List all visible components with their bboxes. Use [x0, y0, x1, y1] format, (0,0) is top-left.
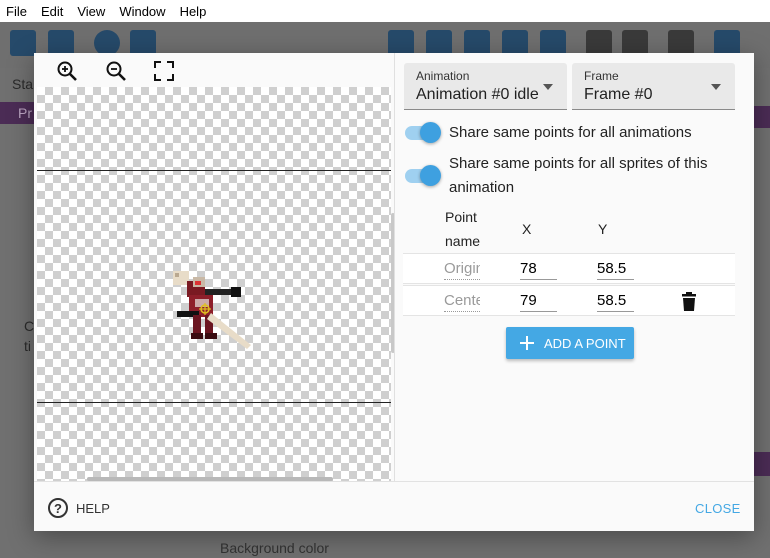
delete-point-icon[interactable] [680, 292, 698, 312]
menu-file[interactable]: File [0, 4, 35, 19]
share-sprites-toggle-label: Share same points for all sprites of thi… [449, 155, 708, 196]
point-row-center: Center 79 58.5 [403, 285, 735, 316]
background-left-text-1: C [24, 318, 35, 334]
background-left-text-2: ti [24, 338, 31, 354]
menu-help[interactable]: Help [174, 4, 215, 19]
zoom-out-icon[interactable] [104, 59, 128, 83]
frame-dropdown-arrow-icon [711, 84, 721, 90]
fit-to-screen-icon[interactable] [152, 59, 176, 83]
share-animations-toggle-label: Share same points for all animations [449, 124, 692, 141]
add-point-button[interactable]: ADD A POINT [506, 327, 634, 359]
share-sprites-toggle[interactable] [403, 164, 441, 186]
background-bottom-text: Background color [220, 540, 329, 556]
menu-view[interactable]: View [71, 4, 113, 19]
share-animations-toggle[interactable] [403, 121, 441, 143]
point-x-field[interactable]: 79 [520, 292, 557, 312]
share-sprites-toggle-row: Share same points for all sprites of thi… [403, 152, 709, 200]
add-point-label: ADD A POINT [544, 335, 626, 351]
dialog-footer: ? HELP CLOSE [34, 481, 754, 531]
menu-window[interactable]: Window [113, 4, 173, 19]
table-header-x: X [522, 221, 532, 237]
frame-select-value: Frame #0 [584, 86, 653, 103]
points-settings-pane: Animation Animation #0 idle Frame Frame … [395, 53, 754, 481]
canvas-guide-bottom [37, 402, 391, 403]
table-header-y: Y [598, 221, 608, 237]
zoom-in-icon[interactable] [55, 59, 79, 83]
point-row-origin: Origin 78 58.5 [403, 253, 735, 284]
background-status-text: Sta [12, 76, 34, 92]
point-name-field[interactable]: Center [444, 292, 480, 312]
background-side-tab: Pr [0, 102, 36, 124]
share-sprites-toggle-knob [420, 165, 441, 186]
frame-select[interactable]: Frame Frame #0 [572, 63, 735, 110]
animation-select[interactable]: Animation Animation #0 idle [404, 63, 567, 110]
animation-dropdown-arrow-icon [543, 84, 553, 90]
share-animations-toggle-row: Share same points for all animations [403, 121, 739, 145]
frame-select-label: Frame [584, 69, 619, 83]
canvas-guide-top [37, 170, 391, 171]
plus-icon [520, 336, 534, 350]
point-y-field[interactable]: 58.5 [597, 260, 634, 280]
point-x-field[interactable]: 78 [520, 260, 557, 280]
sprite-character-image [173, 271, 251, 349]
zoom-toolbar [34, 53, 394, 87]
sprite-canvas[interactable] [37, 87, 391, 481]
background-right-strip-2 [754, 452, 770, 476]
menubar: File Edit View Window Help [0, 0, 770, 22]
animation-select-label: Animation [416, 69, 470, 83]
help-button[interactable]: ? HELP [48, 498, 110, 518]
animation-select-value: Animation #0 idle [416, 86, 539, 103]
help-label: HELP [76, 500, 110, 516]
table-header-point-name: Point name [445, 209, 481, 249]
preview-pane [34, 53, 395, 481]
point-y-field[interactable]: 58.5 [597, 292, 634, 312]
project-manager-icon [10, 30, 36, 56]
background-side-tab-label: Pr [18, 105, 32, 121]
points-editor-dialog: Animation Animation #0 idle Frame Frame … [34, 53, 754, 531]
point-name-field[interactable]: Origin [444, 260, 480, 280]
help-circle-icon: ? [48, 498, 68, 518]
background-right-strip [754, 106, 770, 128]
menu-edit[interactable]: Edit [35, 4, 71, 19]
share-animations-toggle-knob [420, 122, 441, 143]
close-button[interactable]: CLOSE [695, 501, 741, 516]
